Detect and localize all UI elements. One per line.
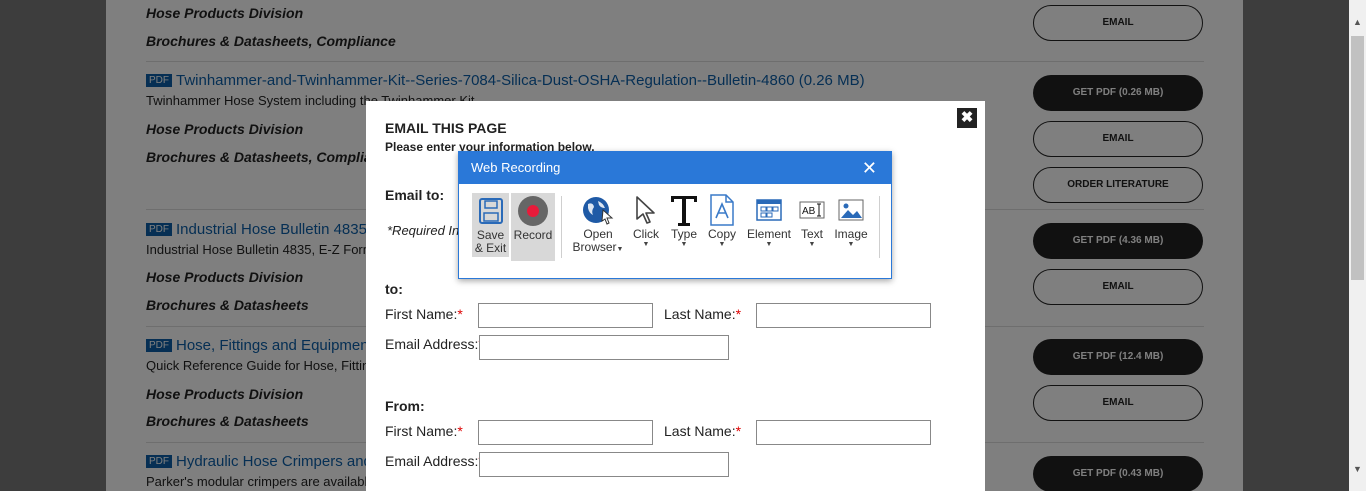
copy-button[interactable]: Copy ▼ (705, 192, 739, 249)
record-icon (511, 193, 555, 229)
modal-close-icon[interactable]: ✖ (955, 106, 979, 130)
image-icon (831, 192, 871, 228)
chevron-down-icon: ▼ (765, 241, 773, 248)
from-first-name-label: First Name:* (385, 423, 463, 439)
toolbar-separator (561, 196, 562, 258)
toolbar-separator (879, 196, 880, 258)
element-grid-icon (745, 192, 793, 228)
open-browser-button[interactable]: Open Browser▼ (570, 192, 626, 254)
to-last-name-input[interactable] (756, 303, 931, 328)
chevron-down-icon: ▼ (847, 241, 855, 248)
chevron-down-icon: ▼ (808, 241, 816, 248)
svg-text:AB: AB (802, 206, 816, 217)
web-recording-title: Web Recording (471, 160, 561, 175)
type-icon (667, 192, 701, 228)
scroll-thumb[interactable] (1351, 36, 1364, 280)
to-first-name-input[interactable] (478, 303, 653, 328)
scroll-up-icon[interactable]: ▲ (1349, 14, 1366, 31)
to-last-name-label: Last Name:* (664, 306, 742, 322)
globe-cursor-icon (570, 192, 626, 228)
click-button[interactable]: Click ▼ (630, 192, 662, 249)
to-email-input[interactable] (479, 335, 729, 360)
chevron-down-icon: ▼ (718, 241, 726, 248)
from-email-input[interactable] (479, 452, 729, 477)
chevron-down-icon: ▼ (680, 241, 688, 248)
element-button[interactable]: Element ▼ (745, 192, 793, 249)
type-button[interactable]: Type ▼ (667, 192, 701, 249)
from-last-name-input[interactable] (756, 420, 931, 445)
text-select-icon: AB (797, 192, 827, 228)
text-button[interactable]: AB Text ▼ (797, 192, 827, 249)
to-email-label: Email Address:* (385, 336, 484, 352)
close-icon[interactable]: ✕ (862, 152, 877, 184)
email-to-label: Email to: (385, 187, 445, 203)
scroll-down-icon[interactable]: ▼ (1349, 461, 1366, 478)
to-first-name-label: First Name:* (385, 306, 463, 322)
modal-title: EMAIL THIS PAGE (385, 120, 507, 136)
from-first-name-input[interactable] (478, 420, 653, 445)
pointer-icon (630, 192, 662, 228)
from-heading: From: (385, 398, 425, 414)
from-email-label: Email Address:* (385, 453, 484, 469)
chevron-down-icon: ▼ (616, 246, 624, 253)
from-last-name-label: Last Name:* (664, 423, 742, 439)
chevron-down-icon: ▼ (642, 241, 650, 248)
web-recording-panel: Web Recording ✕ Save & Exit Record Open … (458, 151, 892, 279)
save-icon (472, 193, 509, 229)
page-scrollbar[interactable]: ▲ ▼ (1349, 0, 1366, 491)
web-recording-titlebar[interactable]: Web Recording ✕ (459, 152, 891, 184)
save-exit-button[interactable]: Save & Exit (472, 193, 509, 257)
copy-document-icon (705, 192, 739, 228)
record-button[interactable]: Record (511, 193, 555, 261)
image-button[interactable]: Image ▼ (831, 192, 871, 249)
to-heading: to: (385, 281, 403, 297)
